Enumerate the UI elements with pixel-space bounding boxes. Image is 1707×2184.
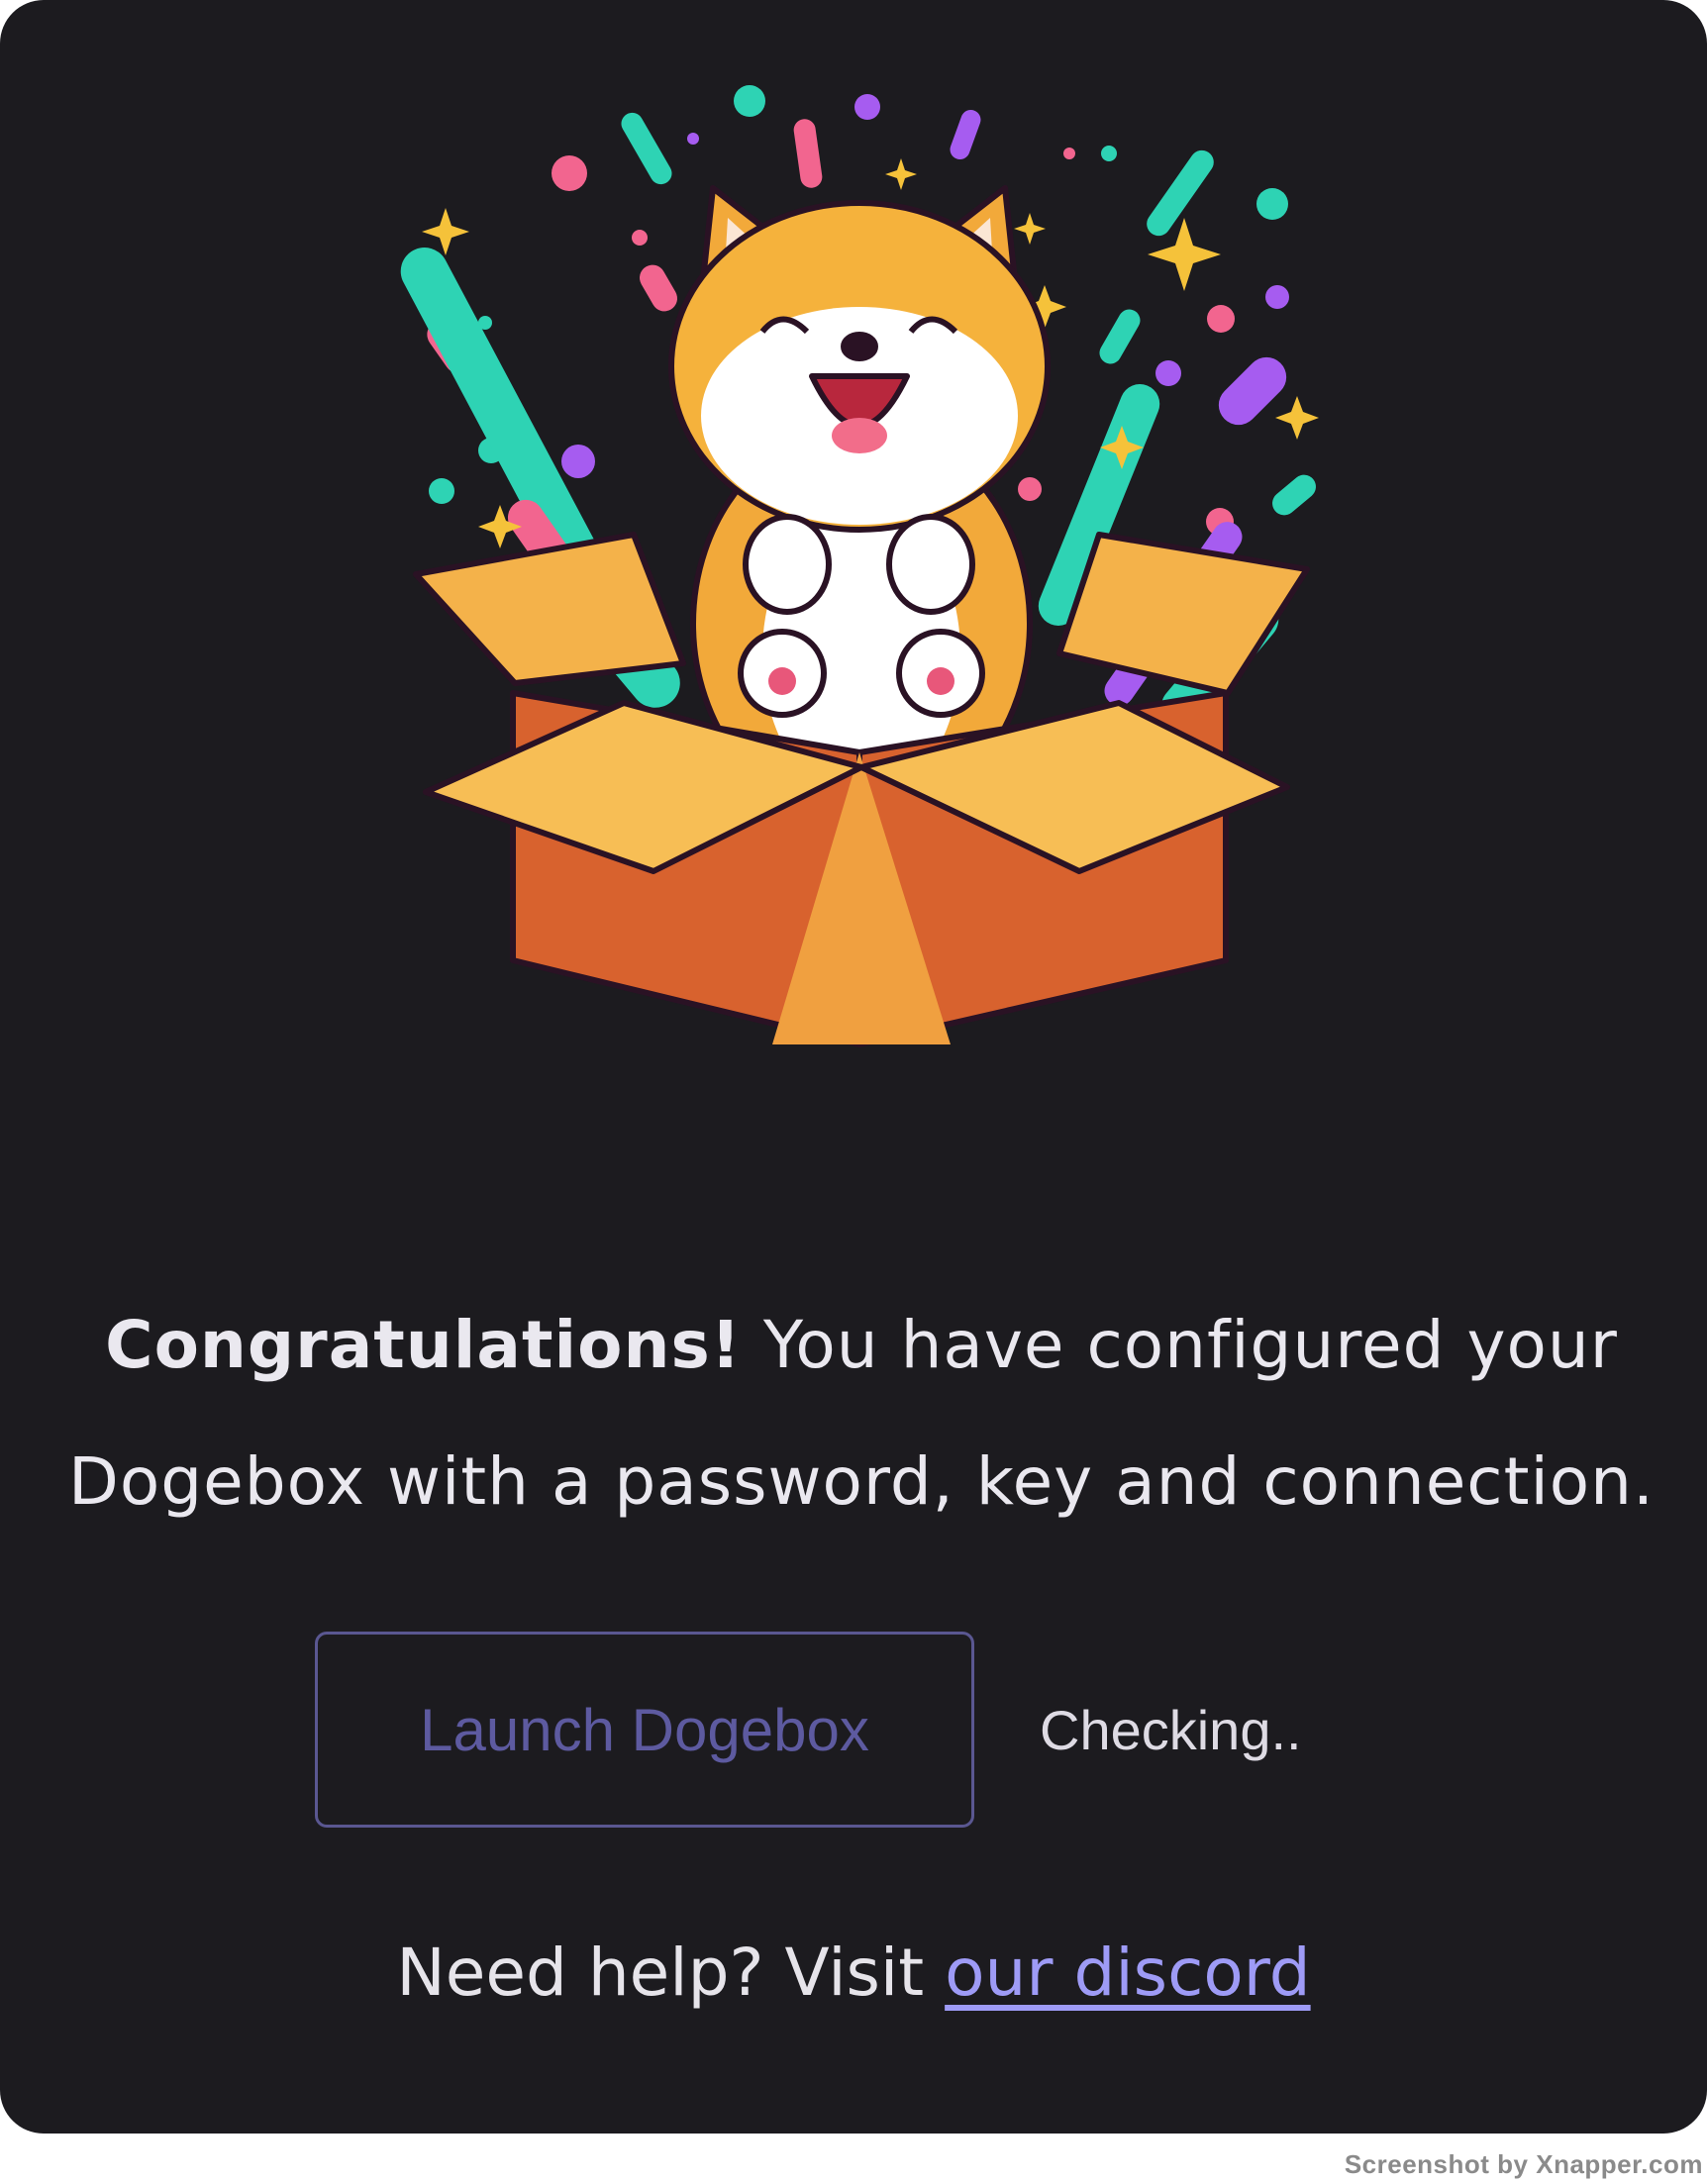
help-text: Need help? Visit our discord (0, 1929, 1707, 2018)
launch-dogebox-button[interactable]: Launch Dogebox (315, 1632, 974, 1828)
congratulations-message: Congratulations! You have configured you… (59, 1277, 1663, 1550)
doge-in-box-illustration (400, 85, 1319, 1047)
shiba-dog-icon (668, 185, 1051, 825)
congratulations-heading: Congratulations! (105, 1307, 742, 1383)
discord-link[interactable]: our discord (945, 1935, 1310, 2011)
screenshot-watermark: Screenshot by Xnapper.com (1344, 2149, 1703, 2179)
checking-status: Checking.. (1040, 1699, 1302, 1761)
help-prefix: Need help? Visit (396, 1935, 946, 2011)
setup-complete-card: Congratulations! You have configured you… (0, 0, 1707, 2134)
